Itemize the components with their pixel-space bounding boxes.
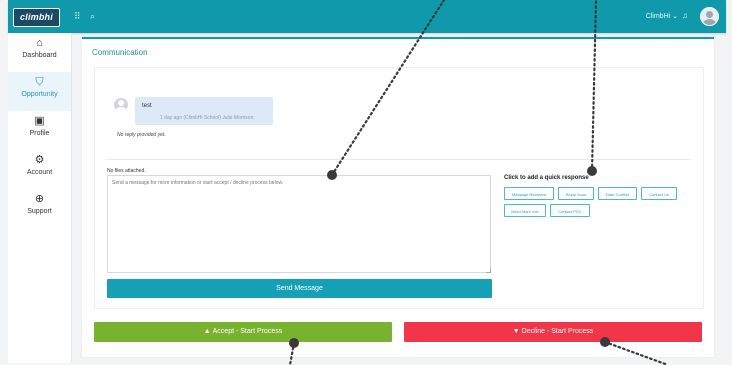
sidebar-item-label: Dashboard — [22, 52, 57, 59]
avatar[interactable] — [700, 7, 719, 26]
grid-icon[interactable]: ⠿ — [74, 11, 81, 22]
quick-response-contact-poc[interactable]: Contact POC — [550, 204, 590, 217]
sidebar: ⌂ Dashboard ⛉ Opportunity ▣ Profile ⚙ Ac… — [8, 33, 72, 363]
message-text: test — [142, 103, 152, 109]
sidebar-item-label: Opportunity — [21, 91, 58, 98]
message-bubble: test 1 day ago (ClimbHi School) Julie Mo… — [135, 97, 273, 125]
quick-response-date-conflict[interactable]: Date Conflict — [598, 187, 637, 200]
thumbs-down-icon: ▼ — [512, 328, 520, 335]
search-icon[interactable]: ⌕ — [90, 11, 95, 22]
quick-response-contact-us[interactable]: Contact Us — [641, 187, 677, 200]
communication-panel: Communication test 1 day ago (ClimbHi Sc… — [82, 37, 714, 357]
sidebar-item-profile[interactable]: ▣ Profile — [8, 111, 71, 150]
message-thread: test 1 day ago (ClimbHi School) Julie Mo… — [94, 67, 704, 309]
quick-response-message-received[interactable]: Message Received — [504, 187, 554, 200]
sidebar-item-support[interactable]: ⊕ Support — [8, 189, 71, 228]
sidebar-item-label: Support — [27, 208, 52, 215]
quick-response-title: Click to add a quick response — [504, 175, 589, 181]
sidebar-item-label: Profile — [29, 130, 50, 137]
files-label: No files attached. — [107, 168, 146, 174]
quick-response-need-more-info[interactable]: Need More Info — [504, 204, 546, 217]
accept-label: Accept - Start Process — [212, 328, 283, 335]
sidebar-item-opportunity[interactable]: ⛉ Opportunity — [8, 72, 71, 111]
decline-button[interactable]: ▼ Decline - Start Process — [404, 322, 702, 342]
thumbs-up-icon: ▲ — [203, 328, 211, 335]
dashboard-icon: ⌂ — [36, 37, 43, 49]
bell-icon[interactable]: ♫ — [682, 11, 688, 20]
quick-response-reply-soon[interactable]: Reply Soon — [558, 187, 594, 200]
message-meta: 1 day ago (ClimbHi School) Julie Morriso… — [160, 115, 254, 121]
divider — [107, 159, 691, 160]
sidebar-item-label: Account — [26, 169, 53, 176]
resize-handle[interactable] — [486, 268, 491, 273]
opportunity-icon: ⛉ — [35, 76, 44, 88]
user-menu[interactable]: ClimbHi ⌄ — [646, 12, 678, 20]
app-logo[interactable]: climbhi — [13, 8, 60, 27]
decline-label: Decline - Start Process — [521, 328, 594, 335]
sidebar-item-dashboard[interactable]: ⌂ Dashboard — [8, 33, 71, 72]
top-bar: climbhi ⠿ ⌕ ClimbHi ⌄ ♫ — [8, 0, 726, 33]
account-icon: ⚙ — [34, 154, 45, 166]
no-reply-text: No reply provided yet. — [117, 132, 166, 138]
send-message-button[interactable]: Send Message — [107, 279, 492, 298]
message-input[interactable] — [107, 175, 491, 273]
support-icon: ⊕ — [34, 193, 45, 205]
profile-icon: ▣ — [34, 115, 45, 127]
accept-button[interactable]: ▲ Accept - Start Process — [94, 322, 392, 342]
page-title: Communication — [92, 48, 148, 57]
sidebar-item-account[interactable]: ⚙ Account — [8, 150, 71, 189]
sender-avatar — [114, 98, 128, 112]
